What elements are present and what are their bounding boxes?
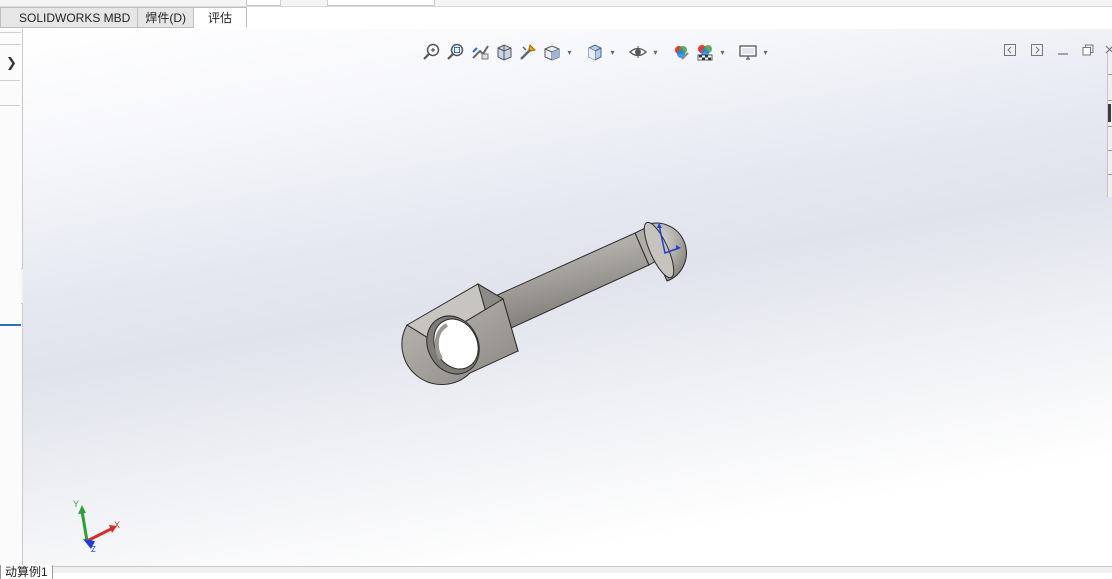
top-strip: [0, 0, 1112, 7]
top-tab-stub[interactable]: [246, 0, 281, 6]
bottom-tab-bar: [0, 566, 1112, 573]
panel-divider: [0, 32, 21, 33]
chevron-right-icon[interactable]: ❯: [6, 55, 17, 71]
panel-tab-box[interactable]: [0, 80, 20, 106]
coordinate-triad: Y X Z: [73, 499, 120, 554]
task-pane-divider: [1108, 74, 1112, 75]
task-pane-divider: [1108, 150, 1112, 151]
top-field-stub[interactable]: [327, 0, 435, 6]
tab-solidworks-mbd[interactable]: SOLIDWORKS MBD: [0, 7, 139, 28]
task-pane-divider: [1108, 100, 1112, 101]
task-pane-tabs[interactable]: [1107, 52, 1112, 197]
part-model[interactable]: [23, 29, 1112, 566]
panel-selection-indicator: [0, 324, 21, 326]
triad-x-label: X: [114, 520, 120, 530]
tab-evaluate[interactable]: 评估: [194, 7, 248, 28]
feature-manager-panel: ❯: [0, 29, 23, 566]
triad-z-label: Z: [91, 545, 96, 554]
task-pane-divider: [1108, 126, 1112, 127]
command-manager-tabs: SOLIDWORKS MBD 焊件(D) 评估: [0, 7, 248, 29]
triad-y-label: Y: [73, 499, 79, 509]
panel-divider: [0, 44, 21, 45]
graphics-viewport[interactable]: ▾ ▾ ▾ ▾ ▾ Y X Z: [23, 29, 1112, 566]
task-pane-divider: [1108, 174, 1112, 175]
tab-study[interactable]: 动算例1: [0, 565, 53, 579]
task-pane-active-indicator: [1108, 104, 1111, 122]
tab-weldments[interactable]: 焊件(D): [138, 7, 195, 28]
